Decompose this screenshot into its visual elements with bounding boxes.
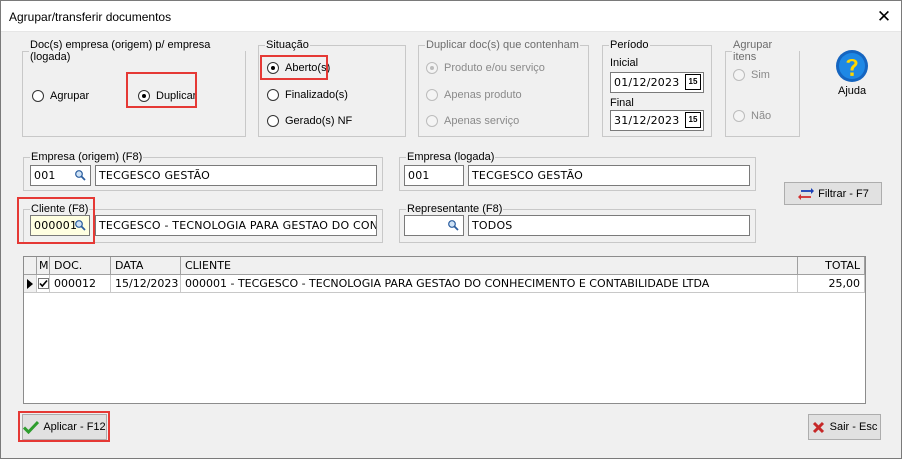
periodo-inicial-value: 01/12/2023 <box>614 76 680 89</box>
radio-apenas-servico-label: Apenas serviço <box>444 114 520 127</box>
radio-finalizado-label: Finalizado(s) <box>285 88 348 101</box>
ajuda-button[interactable]: Ajuda <box>827 47 877 99</box>
radio-apenas-produto: Apenas produto <box>426 87 522 102</box>
grid-indicator-header <box>24 257 37 275</box>
close-button[interactable]: ✕ <box>867 4 901 30</box>
representante-search-icon[interactable] <box>444 216 462 234</box>
cliente-highlight <box>17 197 95 244</box>
radio-finalizado[interactable]: Finalizado(s) <box>267 87 348 102</box>
radio-gerado-nf-label: Gerado(s) NF <box>285 114 353 127</box>
empresa-logada-code-field: 001 <box>404 165 464 186</box>
empresa-origem-name: TECGESCO GESTÃO <box>99 169 210 182</box>
documents-grid[interactable]: M DOC. DATA CLIENTE TOTAL 000012 15/12/2… <box>23 256 866 404</box>
radio-gerado-nf-indicator[interactable] <box>267 114 279 127</box>
situacao-legend: Situação <box>266 39 309 51</box>
table-row[interactable]: 000012 15/12/2023 000001 - TECGESCO - TE… <box>24 275 865 293</box>
representante-name: TODOS <box>472 219 513 232</box>
representante-legend: Representante (F8) <box>407 203 503 215</box>
radio-nao: Não <box>733 108 771 123</box>
representante-name-field: TODOS <box>468 215 750 236</box>
empresa-origem-name-field: TECGESCO GESTÃO <box>95 165 377 186</box>
cliente-name-field: TECGESCO - TECNOLOGIA PARA GESTAO DO CON… <box>95 215 377 236</box>
periodo-final-label: Final <box>610 97 634 109</box>
radio-sim-indicator <box>733 68 745 81</box>
empresa-origem-search-icon[interactable] <box>71 166 89 184</box>
calendar-final-icon[interactable]: 15 <box>685 112 701 128</box>
cancel-x-icon <box>812 421 824 433</box>
filter-arrows-icon <box>798 187 815 200</box>
radio-apenas-servico: Apenas serviço <box>426 113 519 128</box>
grid-header: M DOC. DATA CLIENTE TOTAL <box>24 257 865 275</box>
radio-nao-indicator <box>733 109 745 122</box>
sair-button[interactable]: Sair - Esc <box>808 414 881 440</box>
grid-col-data[interactable]: DATA <box>111 257 181 275</box>
help-icon[interactable] <box>835 49 869 83</box>
aplicar-highlight <box>18 411 110 442</box>
aberto-highlight <box>260 55 328 80</box>
radio-sim-label: Sim <box>751 68 770 81</box>
radio-agrupar-indicator[interactable] <box>32 89 44 102</box>
duplicar-highlight <box>126 72 197 108</box>
empresa-origem-code: 001 <box>34 169 56 182</box>
checkmark-icon[interactable] <box>38 278 49 289</box>
row-indicator <box>24 275 37 293</box>
grid-col-doc[interactable]: DOC. <box>50 257 111 275</box>
periodo-inicial-label: Inicial <box>610 57 639 69</box>
empresa-logada-code: 001 <box>408 169 430 182</box>
ajuda-label: Ajuda <box>838 85 867 97</box>
empresa-logada-name-field: TECGESCO GESTÃO <box>468 165 750 186</box>
calendar-inicial-icon[interactable]: 15 <box>685 74 701 90</box>
duplicar-docs-legend: Duplicar doc(s) que contenham <box>426 39 579 51</box>
row-cliente: 000001 - TECGESCO - TECNOLOGIA PARA GEST… <box>181 275 798 293</box>
title-bar: Agrupar/transferir documentos ✕ <box>1 1 901 32</box>
agrupar-itens-legend: Agrupar itens <box>733 39 773 63</box>
cliente-name: TECGESCO - TECNOLOGIA PARA GESTAO DO CON… <box>99 219 377 232</box>
radio-agrupar-label: Agrupar <box>50 89 90 102</box>
radio-apenas-produto-label: Apenas produto <box>444 88 522 101</box>
radio-nao-label: Não <box>751 109 772 122</box>
sair-label: Sair - Esc <box>829 421 878 433</box>
grid-col-total[interactable]: TOTAL <box>798 257 865 275</box>
radio-finalizado-indicator[interactable] <box>267 88 279 101</box>
row-total: 25,00 <box>798 275 865 293</box>
radio-sim: Sim <box>733 67 770 82</box>
row-doc: 000012 <box>50 275 111 293</box>
radio-produto-servico-indicator <box>426 61 438 74</box>
row-data: 15/12/2023 <box>111 275 181 293</box>
current-row-arrow-icon <box>27 279 33 289</box>
empresa-logada-legend: Empresa (logada) <box>407 151 495 163</box>
radio-produto-servico-label: Produto e/ou serviço <box>444 61 545 74</box>
doc-empresa-legend: Doc(s) empresa (origem) p/ empresa (loga… <box>30 39 211 63</box>
radio-agrupar[interactable]: Agrupar <box>32 88 89 103</box>
periodo-final-value: 31/12/2023 <box>614 114 680 127</box>
window-title: Agrupar/transferir documentos <box>9 10 172 24</box>
periodo-legend: Período <box>610 39 649 51</box>
grid-col-m[interactable]: M <box>37 257 50 275</box>
radio-apenas-produto-indicator <box>426 88 438 101</box>
dialog-window: Agrupar/transferir documentos ✕ Doc(s) e… <box>0 0 902 459</box>
filtrar-button[interactable]: Filtrar - F7 <box>784 182 882 205</box>
filtrar-label: Filtrar - F7 <box>818 187 869 200</box>
empresa-origem-legend: Empresa (origem) (F8) <box>31 151 143 163</box>
row-mark-checkbox[interactable] <box>37 275 50 293</box>
grid-col-cliente[interactable]: CLIENTE <box>181 257 798 275</box>
radio-apenas-servico-indicator <box>426 114 438 127</box>
radio-produto-servico: Produto e/ou serviço <box>426 60 545 75</box>
radio-gerado-nf[interactable]: Gerado(s) NF <box>267 113 352 128</box>
empresa-logada-name: TECGESCO GESTÃO <box>472 169 583 182</box>
